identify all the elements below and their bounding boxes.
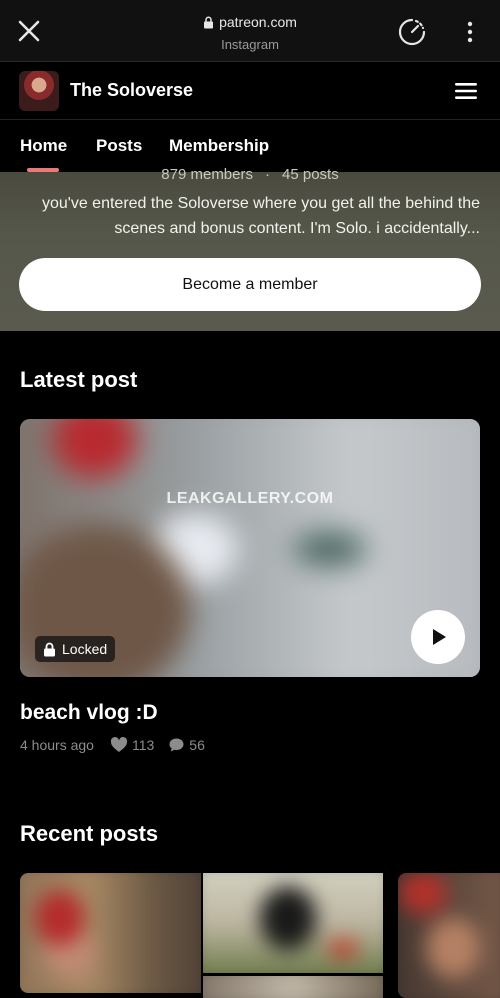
latest-post-heading: Latest post bbox=[20, 367, 138, 392]
address-bar[interactable]: patreon.com Instagram bbox=[150, 14, 350, 52]
recent-post-thumbnail-1[interactable] bbox=[20, 873, 201, 993]
lock-icon bbox=[204, 16, 214, 28]
creator-description[interactable]: you've entered the Soloverse where you g… bbox=[20, 191, 480, 241]
stats-separator: · bbox=[265, 166, 270, 183]
creator-header: The Soloverse bbox=[0, 62, 500, 120]
play-button[interactable] bbox=[411, 610, 465, 664]
likes-count-group[interactable]: 113 bbox=[110, 737, 154, 753]
likes-count: 113 bbox=[131, 737, 155, 753]
speedometer-icon[interactable] bbox=[397, 17, 427, 47]
browser-toolbar: patreon.com Instagram bbox=[0, 0, 500, 62]
blurred-image bbox=[20, 873, 201, 993]
post-count: 45 posts bbox=[282, 166, 339, 183]
watermark-text: LEAKGALLERY.COM bbox=[166, 490, 334, 507]
site-subtitle: Instagram bbox=[221, 36, 279, 52]
heart-icon bbox=[110, 737, 128, 752]
recent-post-thumbnail-4[interactable] bbox=[398, 873, 500, 998]
creator-name[interactable]: The Soloverse bbox=[70, 80, 193, 101]
recent-post-thumbnail-3[interactable] bbox=[203, 976, 383, 998]
creator-hero: 879 members · 45 posts you've entered the … bbox=[0, 166, 500, 331]
tab-membership[interactable]: Membership bbox=[169, 136, 269, 156]
become-member-button[interactable]: Become a member bbox=[19, 258, 481, 311]
post-title[interactable]: beach vlog :D bbox=[20, 701, 158, 725]
play-icon bbox=[433, 629, 446, 645]
locked-badge: Locked bbox=[35, 636, 116, 662]
blurred-image bbox=[203, 976, 383, 998]
creator-stats: 879 members · 45 posts bbox=[0, 166, 500, 183]
latest-post-thumbnail[interactable]: LEAKGALLERY.COM Locked bbox=[20, 419, 480, 677]
tab-posts[interactable]: Posts bbox=[96, 136, 142, 156]
locked-label: Locked bbox=[62, 641, 108, 657]
recent-posts-heading: Recent posts bbox=[20, 821, 159, 846]
blurred-image bbox=[203, 873, 383, 973]
more-options-icon[interactable] bbox=[462, 20, 478, 44]
tab-bar: Home Posts Membership bbox=[0, 120, 500, 172]
comments-count-group[interactable]: 56 bbox=[168, 737, 205, 753]
padlock-icon bbox=[44, 642, 55, 656]
recent-post-thumbnail-2[interactable] bbox=[203, 873, 383, 973]
blurred-image bbox=[398, 873, 500, 998]
member-count: 879 members bbox=[161, 166, 253, 183]
post-time: 4 hours ago bbox=[20, 737, 94, 753]
hamburger-menu-icon[interactable] bbox=[454, 81, 478, 101]
close-icon[interactable] bbox=[14, 16, 44, 46]
avatar[interactable] bbox=[19, 71, 59, 111]
url-text: patreon.com bbox=[219, 14, 297, 30]
tab-home[interactable]: Home bbox=[20, 136, 67, 156]
post-meta: 4 hours ago 113 56 bbox=[20, 737, 205, 753]
comment-icon bbox=[169, 738, 184, 752]
comments-count: 56 bbox=[189, 737, 205, 753]
